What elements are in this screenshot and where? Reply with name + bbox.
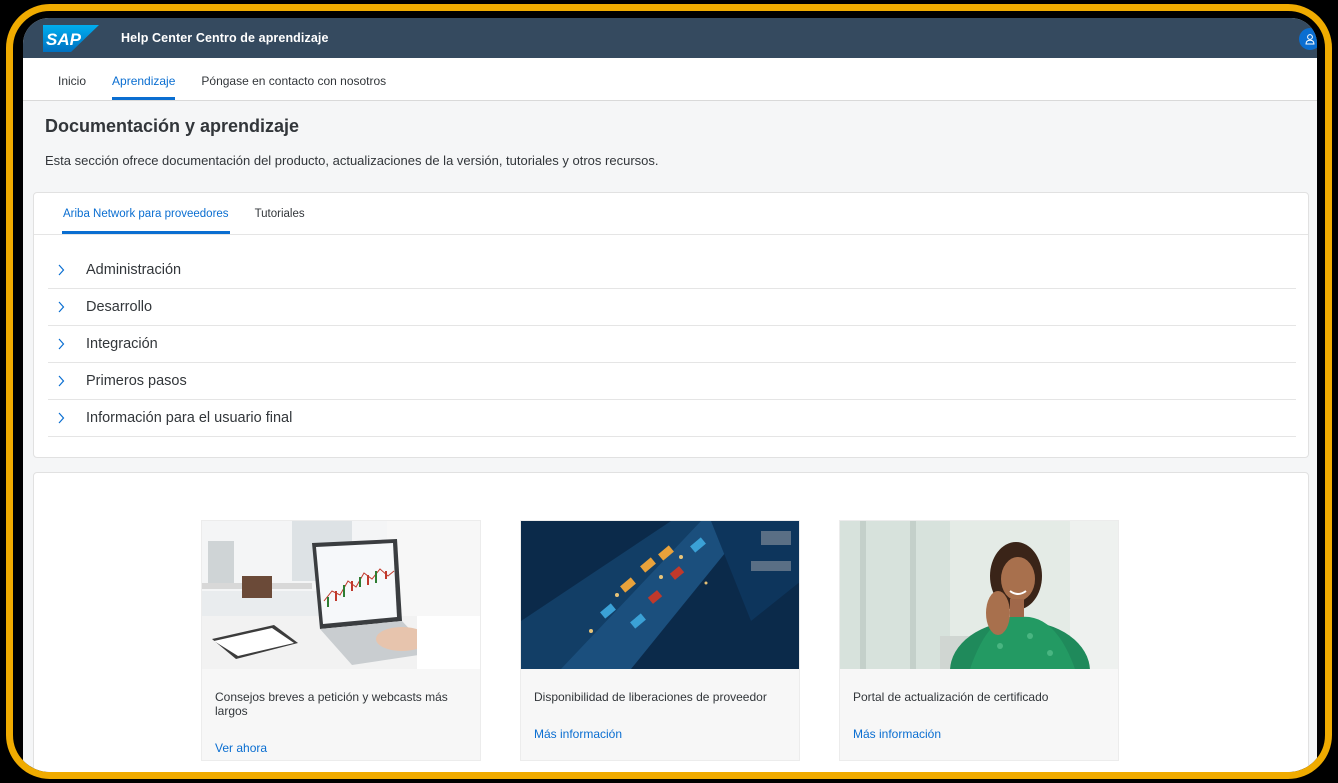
nav-item-contacto[interactable]: Póngase en contacto con nosotros: [189, 74, 398, 100]
page-title: Documentación y aprendizaje: [45, 116, 300, 136]
tab-ariba-network[interactable]: Ariba Network para proveedores: [50, 208, 242, 234]
accordion-label: Administración: [86, 262, 182, 278]
user-avatar-icon[interactable]: [1299, 28, 1317, 50]
tile-webcasts[interactable]: Consejos breves a petición y webcasts má…: [201, 520, 481, 761]
accordion-label: Información para el usuario final: [86, 410, 293, 426]
mas-informacion-link[interactable]: Más información: [853, 727, 941, 741]
chevron-right-icon: [48, 264, 74, 276]
accordion-item-desarrollo[interactable]: Desarrollo: [48, 289, 1296, 326]
accordion-label: Desarrollo: [86, 299, 153, 315]
tile-caption: Portal de actualización de certificado: [853, 690, 1049, 704]
laptop-photo: [202, 521, 480, 669]
documentation-card: Ariba Network para proveedores Tutoriale…: [33, 192, 1309, 458]
top-nav: Inicio Aprendizaje Póngase en contacto c…: [23, 58, 1317, 101]
tab-bar: Ariba Network para proveedores Tutoriale…: [34, 193, 1308, 235]
woman-photo: [840, 521, 1118, 669]
svg-text:SAP: SAP: [46, 30, 82, 49]
accordion-item-administracion[interactable]: Administración: [48, 252, 1296, 289]
tile-caption: Consejos breves a petición y webcasts má…: [215, 690, 448, 718]
chevron-right-icon: [48, 338, 74, 350]
chevron-right-icon: [48, 412, 74, 424]
shell-title: Help Center Centro de aprendizaje: [121, 31, 329, 45]
accordion-list: Administración Desarrollo Integración Pr…: [34, 235, 1308, 437]
accordion-label: Integración: [86, 336, 158, 352]
mas-informacion-link[interactable]: Más información: [534, 727, 622, 741]
shell-header: SAP Help Center Centro de aprendizaje: [23, 18, 1317, 58]
chevron-right-icon: [48, 301, 74, 313]
resources-card: Consejos breves a petición y webcasts má…: [33, 472, 1309, 772]
tile-caption: Disponibilidad de liberaciones de provee…: [534, 690, 767, 704]
ver-ahora-link[interactable]: Ver ahora: [215, 741, 267, 755]
tab-tutoriales[interactable]: Tutoriales: [242, 208, 318, 234]
accordion-item-primeros-pasos[interactable]: Primeros pasos: [48, 363, 1296, 400]
page-description: Esta sección ofrece documentación del pr…: [45, 153, 659, 168]
accordion-item-integracion[interactable]: Integración: [48, 326, 1296, 363]
tile-liberaciones[interactable]: Disponibilidad de liberaciones de provee…: [520, 520, 800, 761]
tile-certificado[interactable]: Portal de actualización de certificado M…: [839, 520, 1119, 761]
app-screen: SAP Help Center Centro de aprendizaje In…: [23, 18, 1317, 772]
accordion-item-usuario-final[interactable]: Información para el usuario final: [48, 400, 1296, 437]
sap-logo[interactable]: SAP: [43, 24, 99, 52]
chevron-right-icon: [48, 375, 74, 387]
container-port-photo: [521, 521, 799, 669]
accordion-label: Primeros pasos: [86, 373, 187, 389]
device-frame: SAP Help Center Centro de aprendizaje In…: [6, 4, 1332, 779]
nav-item-aprendizaje[interactable]: Aprendizaje: [100, 74, 187, 100]
nav-item-inicio[interactable]: Inicio: [46, 74, 98, 100]
